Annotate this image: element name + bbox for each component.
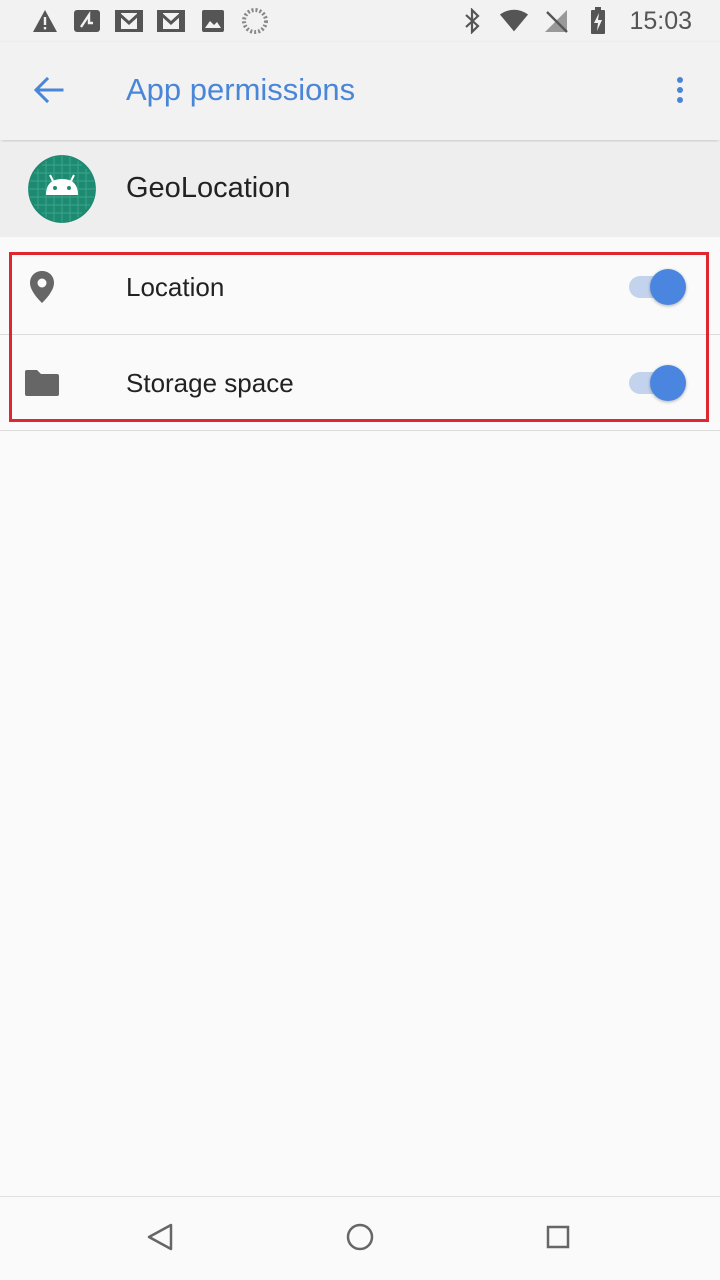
back-button[interactable]	[20, 66, 78, 118]
battery-charging-icon	[583, 6, 613, 36]
location-toggle[interactable]	[626, 267, 688, 307]
nav-recents-icon	[545, 1224, 571, 1255]
system-icons: 15:03	[457, 0, 692, 42]
status-bar: 15:03	[0, 0, 720, 42]
android-icon	[28, 155, 96, 223]
permission-label: Storage space	[126, 368, 294, 398]
nav-recents-button[interactable]	[536, 1217, 580, 1261]
loading-icon	[240, 6, 270, 36]
image-icon	[198, 6, 228, 36]
navigation-bar	[0, 1196, 720, 1280]
no-signal-icon	[541, 6, 571, 36]
nav-home-button[interactable]	[338, 1217, 382, 1261]
app-name: GeoLocation	[126, 172, 291, 204]
permission-row-location[interactable]: Location	[0, 239, 720, 335]
more-vert-icon	[676, 76, 684, 109]
nav-home-icon	[345, 1222, 375, 1257]
storage-toggle[interactable]	[626, 363, 688, 403]
permission-row-storage[interactable]: Storage space	[0, 335, 720, 431]
status-clock: 15:03	[629, 6, 692, 35]
location-pin-icon	[22, 267, 62, 307]
arrow-back-icon	[33, 76, 64, 108]
more-options-button[interactable]	[660, 66, 700, 118]
folder-icon	[22, 363, 62, 403]
notification-icons	[30, 0, 270, 42]
nav-back-button[interactable]	[138, 1217, 182, 1261]
app-bar: App permissions	[0, 42, 720, 140]
app-header: GeoLocation	[0, 142, 720, 237]
gmail-icon	[156, 6, 186, 36]
permission-label: Location	[126, 272, 225, 302]
nav-back-icon	[146, 1222, 174, 1257]
page-title: App permissions	[126, 72, 356, 107]
warning-icon	[30, 6, 60, 36]
sim-alert-icon	[72, 6, 102, 36]
gmail-icon	[114, 6, 144, 36]
toggle-thumb	[650, 269, 686, 305]
wifi-icon	[499, 6, 529, 36]
toggle-thumb	[650, 365, 686, 401]
bluetooth-icon	[457, 6, 487, 36]
